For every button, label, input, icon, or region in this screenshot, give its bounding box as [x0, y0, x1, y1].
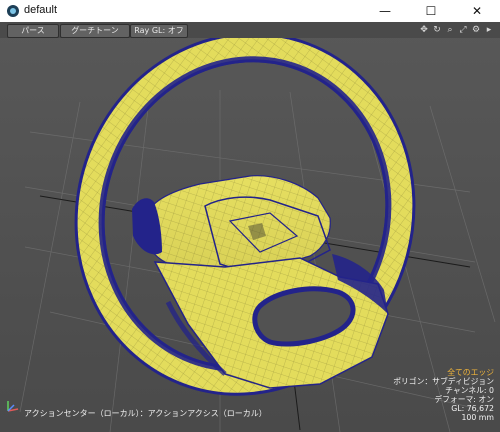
- viewport-icons: ✥ ↻ ⌕ ⤢ ⚙ ▸: [419, 22, 494, 38]
- shading-button[interactable]: グーチトーン: [60, 24, 130, 38]
- steering-wheel-model[interactable]: [47, 22, 444, 421]
- rotate-icon[interactable]: ↻: [432, 24, 442, 36]
- info-size: 100 mm: [461, 413, 494, 422]
- status-text: アクションセンター（ローカル）：アクションアクシス（ローカル）: [24, 409, 267, 418]
- minimize-button[interactable]: —: [362, 0, 408, 22]
- axis-gizmo: [4, 399, 20, 419]
- maximize-button[interactable]: ☐: [408, 0, 454, 22]
- app-icon: [7, 5, 19, 17]
- arrow-right-icon[interactable]: ▸: [484, 24, 494, 36]
- scene-info: 全てのエッジ ポリゴン：サブディビジョン チャンネル: 0 デフォーマ: オン …: [393, 368, 494, 422]
- axis-gizmo-icon: [7, 401, 19, 412]
- gear-icon[interactable]: ⚙: [471, 24, 481, 36]
- info-channel: チャンネル: 0: [445, 386, 494, 395]
- close-button[interactable]: ✕: [454, 0, 500, 22]
- window-title: default: [24, 4, 58, 16]
- info-gl: GL: 76,672: [451, 404, 494, 413]
- app-window: default — ☐ ✕ パース グーチトーン Ray GL: オフ ✥ ↻ …: [0, 0, 500, 432]
- raygl-button[interactable]: Ray GL: オフ: [130, 24, 188, 38]
- info-polygon: ポリゴン：サブディビジョン: [393, 377, 494, 386]
- fit-icon[interactable]: ⤢: [458, 24, 468, 36]
- viewport-toolbar: パース グーチトーン Ray GL: オフ ✥ ↻ ⌕ ⤢ ⚙ ▸: [0, 22, 500, 38]
- search-icon[interactable]: ⌕: [445, 24, 455, 36]
- perspective-button[interactable]: パース: [7, 24, 59, 38]
- title-bar: default — ☐ ✕: [0, 0, 500, 23]
- 3d-viewport[interactable]: パース グーチトーン Ray GL: オフ ✥ ↻ ⌕ ⤢ ⚙ ▸ アクションセ…: [0, 22, 500, 432]
- info-deformer: デフォーマ: オン: [434, 395, 494, 404]
- info-edges: 全てのエッジ: [447, 368, 494, 377]
- move-icon[interactable]: ✥: [419, 24, 429, 36]
